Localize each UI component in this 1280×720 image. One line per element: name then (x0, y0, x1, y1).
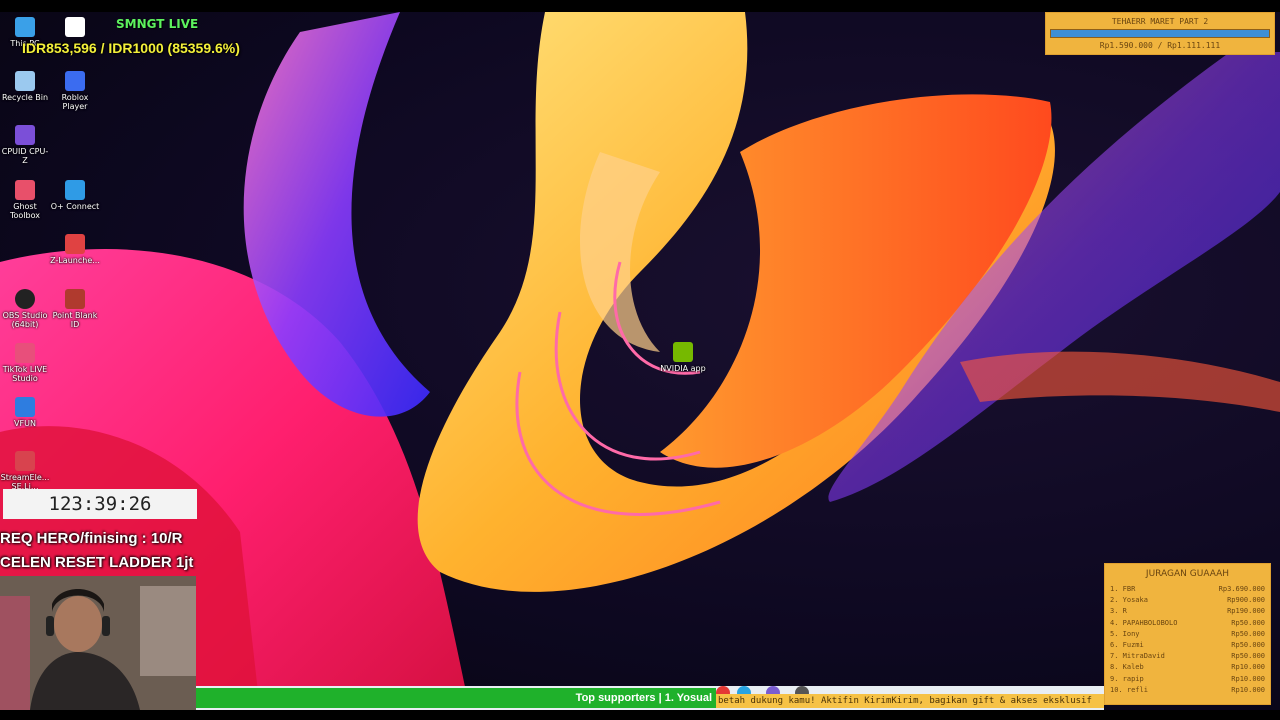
desktop-icon-unnamed[interactable] (50, 17, 100, 39)
donor-amount: Rp50.000 (1231, 641, 1265, 650)
desktop-icon-obs-studio[interactable]: OBS Studio (64bit) (0, 289, 50, 329)
desktop-icon-point-blank[interactable]: Point Blank ID (50, 289, 100, 329)
app-icon (65, 17, 85, 37)
streamer-silhouette (0, 576, 196, 710)
desktop-icon-label: VFUN (14, 419, 36, 428)
desktop-icon-label: Recycle Bin (1, 93, 49, 102)
goal-amounts: Rp1.590.000 / Rp1.111.111 (1099, 41, 1221, 50)
desktop-icon-label: Point Blank ID (52, 311, 98, 329)
desktop-icon-o-connect[interactable]: O+ Connect (50, 180, 100, 211)
point-blank-icon (65, 289, 85, 309)
announcement-ticker: betah dukung kamu! Aktifin KirimKirim, b… (716, 694, 1104, 708)
donor-name: 8. Kaleb (1110, 663, 1144, 672)
ghost-toolbox-icon (15, 180, 35, 200)
monitor-icon (15, 17, 35, 37)
desktop-icon-vfun[interactable]: VFUN (0, 397, 50, 428)
leaderboard-row: 1. FBR Rp3.690.000 (1105, 584, 1270, 595)
stream-timer: 123:39:26 (3, 489, 197, 519)
donor-name: 1. FBR (1110, 585, 1136, 593)
desktop-icon-label: Z-Launche... (50, 256, 100, 265)
donation-goal-text: IDR853,596 / IDR1000 (85359.6%) (22, 40, 240, 56)
donor-amount: Rp10.000 (1231, 685, 1265, 694)
desktop-icon-recycle-bin[interactable]: Recycle Bin (0, 71, 50, 102)
donor-name: 6. Fuzmi (1110, 641, 1144, 650)
donor-amount: Rp50.000 (1231, 629, 1265, 638)
donor-name: 5. Iony (1110, 629, 1140, 638)
desktop-icon-label: TikTok LIVE Studio (2, 365, 48, 383)
leaderboard-rows: 1. FBR Rp3.690.000 2. Yosaka Rp900.000 3. … (1105, 584, 1270, 696)
donor-name: 3. R (1110, 607, 1127, 616)
desktop-icon-roblox[interactable]: Roblox Player (50, 71, 100, 111)
nvidia-icon (673, 342, 693, 362)
leaderboard-row: 3. R Rp190.000 (1105, 606, 1270, 617)
obs-icon (15, 289, 35, 309)
leaderboard-row: 9. rapip Rp10.000 (1105, 674, 1270, 685)
donor-amount: Rp900.000 (1227, 596, 1265, 605)
o-connect-icon (65, 180, 85, 200)
donor-amount: Rp190.000 (1227, 607, 1265, 616)
donor-name: 7. MitraDavid (1110, 652, 1165, 661)
cpu-z-icon (15, 125, 35, 145)
desktop-icon-label: NVIDIA app (660, 364, 706, 373)
goal-progress-fill (1051, 30, 1269, 37)
desktop-icon-ghost-toolbox[interactable]: Ghost Toolbox (0, 180, 50, 220)
leaderboard-row: 8. Kaleb Rp10.000 (1105, 662, 1270, 673)
webcam-feed (0, 576, 196, 710)
stream-label: SMNGT LIVE (116, 17, 199, 31)
recycle-bin-icon (15, 71, 35, 91)
leaderboard-row: 5. Iony Rp50.000 (1105, 629, 1270, 640)
desktop-icon-z-launcher[interactable]: Z-Launche... (50, 234, 100, 265)
donor-amount: Rp50.000 (1231, 618, 1265, 627)
leaderboard-row: 10. refli Rp10.000 (1105, 685, 1270, 696)
request-line-ladder: CELEN RESET LADDER 1jt (0, 554, 194, 571)
goal-progress-bar (1050, 29, 1270, 38)
desktop-icon-label: Ghost Toolbox (10, 202, 40, 220)
donor-name: 9. rapip (1110, 674, 1144, 683)
donor-amount: Rp10.000 (1231, 674, 1265, 683)
top-donors-leaderboard: JURAGAN GUAAAH 1. FBR Rp3.690.000 2. Yosa… (1104, 563, 1271, 705)
donor-name: 2. Yosaka (1110, 596, 1148, 605)
leaderboard-row: 2. Yosaka Rp900.000 (1105, 595, 1270, 606)
leaderboard-row: 6. Fuzmi Rp50.000 (1105, 640, 1270, 651)
goal-title: TEHAERR MARET PART 2 (1111, 17, 1209, 26)
leaderboard-row: 7. MitraDavid Rp50.000 (1105, 651, 1270, 662)
leaderboard-row: 4. PAPAHBOLOBOLO Rp50.000 (1105, 618, 1270, 629)
streamelements-icon (15, 451, 35, 471)
vfun-icon (15, 397, 35, 417)
desktop-icon-tiktok-live-studio[interactable]: TikTok LIVE Studio (0, 343, 50, 383)
desktop-icon-streamelements[interactable]: StreamEle... SE.Li... (0, 451, 50, 491)
desktop-icon-label: CPUID CPU-Z (1, 147, 49, 165)
request-line-hero: REQ HERO/finising : 10/R (0, 530, 183, 547)
desktop-icon-label: Roblox Player (61, 93, 89, 111)
z-launcher-icon (65, 234, 85, 254)
donor-amount: Rp50.000 (1231, 652, 1265, 661)
donor-name: 10. refli (1110, 685, 1148, 694)
desktop-icon-cpu-z[interactable]: CPUID CPU-Z (0, 125, 50, 165)
tiktok-icon (15, 343, 35, 363)
donor-amount: Rp10.000 (1231, 663, 1265, 672)
donor-name: 4. PAPAHBOLOBOLO (1110, 618, 1178, 627)
top-supporters-ticker: Top supporters | 1. Yosual (196, 688, 716, 708)
roblox-icon (65, 71, 85, 91)
desktop-icon-nvidia-app[interactable]: NVIDIA app (658, 342, 708, 373)
donor-amount: Rp3.690.000 (1218, 585, 1265, 593)
donation-goal-widget: TEHAERR MARET PART 2 Rp1.590.000 / Rp1.1… (1045, 12, 1275, 55)
leaderboard-title: JURAGAN GUAAAH (1145, 569, 1230, 579)
desktop-icon-label: OBS Studio (64bit) (2, 311, 48, 329)
desktop-icon-label: O+ Connect (50, 202, 100, 211)
